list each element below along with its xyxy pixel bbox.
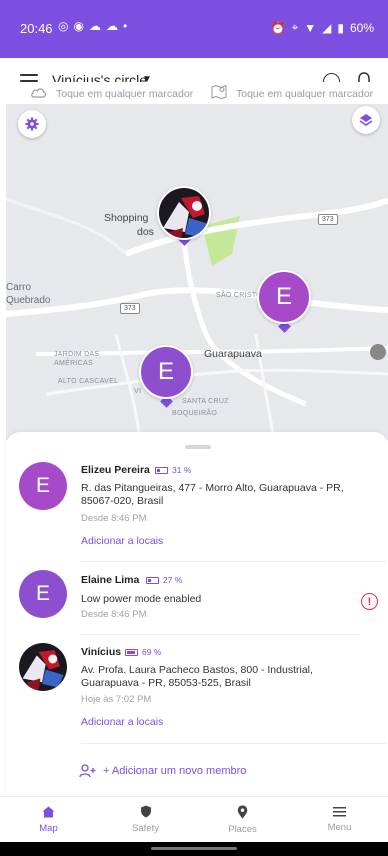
member-marker-elaine[interactable]: E (139, 345, 193, 399)
shield-icon (140, 805, 151, 818)
map-label-guarapuava: Guarapuava (204, 348, 262, 360)
add-member-label: + Adicionar um novo membro (103, 765, 247, 777)
nav-map[interactable]: Map (0, 797, 97, 842)
member-since: Hoje às 7:02 PM (81, 694, 152, 705)
map-label-shopping: Shopping (104, 212, 149, 224)
member-address: Av. Profa. Laura Pacheco Bastos, 800 - I… (81, 664, 313, 689)
member-status: Low power mode enabled (81, 593, 202, 605)
battery-indicator: 69 % (125, 647, 161, 657)
map-label-americas: AMÉRICAS (54, 360, 93, 367)
add-to-places-link[interactable]: Adicionar a locais (81, 716, 163, 728)
nav-safety-label: Safety (132, 823, 159, 834)
signal-icon: ◢ (322, 20, 332, 35)
battery-indicator: 27 % (146, 575, 182, 585)
map-label-jardim: JARDIM DAS (54, 351, 100, 358)
member-name: Vinícius (81, 646, 122, 658)
divider (81, 743, 386, 744)
layers-icon (359, 114, 373, 126)
member-since: Desde 8:46 PM (81, 513, 147, 524)
map-label-alto-cascavel: ALTO CASCAVEL (58, 378, 119, 385)
member-name: Elaine Lima (81, 574, 140, 586)
battery-indicator: 31 % (155, 465, 191, 475)
route-373-shield: 373 (318, 214, 338, 225)
system-nav-bar (0, 842, 388, 856)
weather-hint[interactable]: Toque em qualquer marcador (56, 88, 193, 100)
nav-menu-label: Menu (327, 822, 352, 833)
divider (81, 634, 359, 635)
home-icon (42, 806, 55, 817)
battery-icon (155, 466, 168, 474)
map-label-sao-cristo: SÃO CRISTO (216, 292, 263, 299)
status-icons: ⏰ ⌖ ▼ ◢ ▮ 60% (271, 20, 374, 35)
battery-level: 27 % (163, 575, 183, 585)
map-roads (6, 197, 388, 440)
member-since: Desde 8:46 PM (81, 609, 147, 620)
add-member-button[interactable]: + Adicionar um novo membro (79, 764, 246, 778)
sheet-drag-handle[interactable] (185, 445, 211, 449)
battery-level: 69 % (142, 647, 162, 657)
alert-icon[interactable]: ! (361, 593, 378, 610)
map-layers-button[interactable] (352, 106, 380, 134)
avatar: E (19, 462, 67, 510)
nav-menu[interactable]: Menu (291, 797, 388, 842)
bottom-nav: Map Safety Places Menu (0, 796, 388, 842)
avatar: E (19, 570, 67, 618)
battery-level: 31 % (172, 465, 192, 475)
route-373-shield-2: 373 (120, 303, 140, 314)
gear-icon (25, 117, 39, 131)
map-settings-button[interactable] (18, 110, 46, 138)
member-marker-elizeu[interactable]: E (257, 270, 311, 324)
battery-icon: ▮ (337, 20, 344, 35)
home-gesture-pill[interactable] (151, 847, 237, 850)
map-label-shopping-2: dos (137, 226, 154, 238)
menu-icon (333, 807, 346, 817)
hint-bar: Toque em qualquer marcador Toque em qual… (0, 82, 388, 104)
add-person-icon (79, 764, 96, 778)
battery-icon (146, 576, 159, 584)
divider (81, 561, 386, 562)
alarm-icon: ⏰ (270, 20, 286, 35)
map-label-quebrado: Quebrado (6, 295, 51, 306)
cloud-icon (31, 88, 46, 98)
notification-icons: ◎◉☁☁• (58, 19, 133, 33)
map-label-vi: VI (134, 388, 142, 395)
add-to-places-link[interactable]: Adicionar a locais (81, 535, 163, 547)
map-label-carro: Carro (6, 282, 32, 293)
avatar-photo (19, 643, 67, 691)
nav-safety[interactable]: Safety (97, 797, 194, 842)
member-marker-vinicius[interactable] (157, 186, 211, 240)
status-bar: 20:46 ◎◉☁☁• ⏰ ⌖ ▼ ◢ ▮ 60% (0, 0, 388, 58)
nav-map-label: Map (39, 822, 58, 834)
location-pin-icon (237, 805, 248, 818)
location-icon: ⌖ (291, 20, 299, 34)
places-hint[interactable]: Toque em qualquer marcador (236, 88, 373, 100)
battery-icon (125, 648, 138, 656)
status-time: 20:46 (20, 21, 53, 36)
battery-percent: 60% (349, 20, 374, 35)
map-label-boqueirao: BOQUEIRÃO (172, 410, 218, 417)
map-view[interactable]: Shopping dos Carro Quebrado SÃO CRISTO J… (6, 104, 388, 440)
wifi-icon: ▼ (304, 20, 317, 35)
member-address: R. das Pitangueiras, 477 - Morro Alto, G… (81, 482, 344, 507)
map-label-santa-cruz: SANTA CRUZ (182, 398, 229, 405)
map-pin-icon (211, 84, 227, 99)
nav-places-label: Places (228, 823, 257, 835)
nav-places[interactable]: Places (194, 797, 291, 842)
member-name: Elizeu Pereira (81, 464, 150, 476)
